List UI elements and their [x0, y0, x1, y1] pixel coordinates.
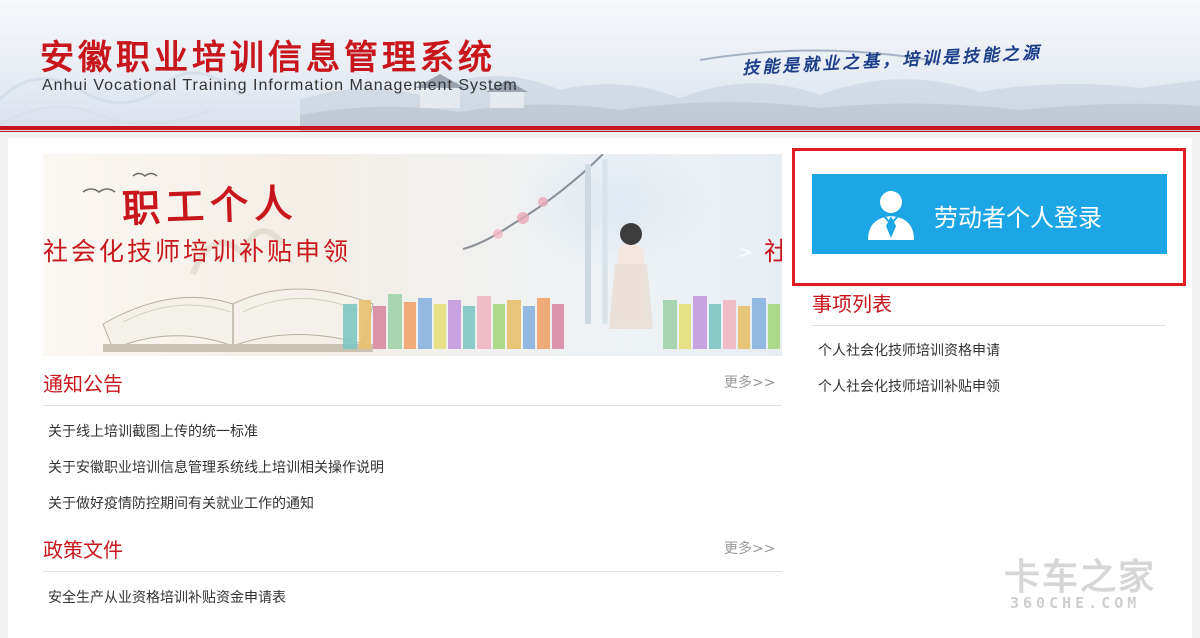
- matters-item-subsidy[interactable]: 个人社会化技师培训补贴申领: [818, 376, 1000, 396]
- notices-divider: [43, 405, 782, 406]
- site-header: 安徽职业培训信息管理系统 Anhui Vocational Training I…: [0, 0, 1200, 132]
- policy-item[interactable]: 安全生产从业资格培训补贴资金申请表: [48, 587, 286, 607]
- watermark-text-en: 360CHE.COM: [1010, 594, 1141, 612]
- worker-login-label: 劳动者个人登录: [934, 204, 1102, 232]
- policies-divider: [43, 571, 782, 572]
- site-title: 安徽职业培训信息管理系统: [40, 38, 496, 78]
- site-watermark: 卡车之家 360CHE.COM: [1004, 548, 1184, 618]
- matters-divider: [812, 325, 1166, 326]
- notice-item[interactable]: 关于做好疫情防控期间有关就业工作的通知: [48, 493, 314, 513]
- worker-login-button[interactable]: 劳动者个人登录: [812, 174, 1167, 254]
- banner-next-slide-text: 社: [764, 237, 782, 266]
- watermark-text-cn: 卡车之家: [1004, 557, 1157, 598]
- header-divider: [0, 126, 1200, 130]
- user-avatar-icon: [868, 191, 914, 240]
- banner-subtitle: 社会化技师培训补贴申领: [43, 237, 352, 266]
- banner-next-arrow-icon[interactable]: >: [738, 242, 753, 263]
- header-divider-thin: [0, 131, 1200, 132]
- matters-title: 事项列表: [812, 292, 892, 316]
- notice-item[interactable]: 关于安徽职业培训信息管理系统线上培训相关操作说明: [48, 457, 384, 477]
- notices-more-link[interactable]: 更多>>: [724, 372, 775, 392]
- banner-title: 职工个人: [121, 179, 299, 232]
- notices-title: 通知公告: [43, 372, 123, 396]
- matters-item-qualification[interactable]: 个人社会化技师培训资格申请: [818, 340, 1000, 360]
- site-subtitle: Anhui Vocational Training Information Ma…: [42, 77, 518, 94]
- policies-title: 政策文件: [43, 538, 123, 562]
- policies-more-link[interactable]: 更多>>: [724, 538, 775, 558]
- notice-item[interactable]: 关于线上培训截图上传的统一标准: [48, 421, 258, 441]
